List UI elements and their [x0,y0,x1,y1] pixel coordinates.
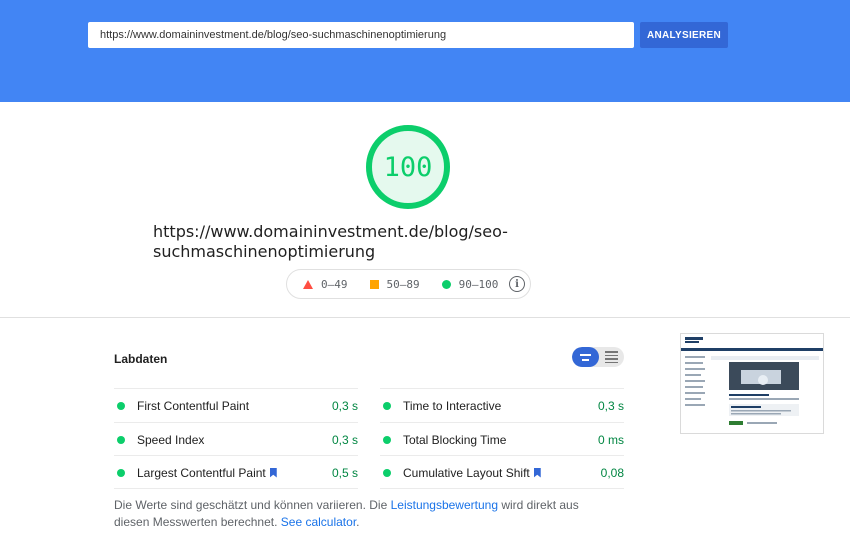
bookmark-icon [533,467,541,478]
pass-dot-icon [117,468,125,477]
view-toggle[interactable] [572,347,624,367]
metric-value: 0,3 s [331,398,358,413]
performance-score-link[interactable]: Leistungsbewertung [391,498,498,512]
metric-label: First Contentful Paint [137,398,250,413]
metric-label: Cumulative Layout Shift [403,466,601,480]
metric-value: 0 ms [597,432,624,447]
metric-first-contentful-paint: First Contentful Paint 0,3 s [114,388,358,422]
note-text: . [356,515,360,529]
detailed-view-toggle[interactable] [599,347,624,367]
metric-label: Largest Contentful Paint [137,466,332,480]
metrics-bottom-divider [114,488,358,489]
metric-value: 0,3 s [597,398,624,413]
metric-label: Time to Interactive [403,398,502,413]
metric-value: 0,5 s [331,465,358,480]
legend-pass: 90–100 [441,277,499,291]
pass-dot-icon [383,468,391,477]
page-screenshot-thumbnail [680,333,824,434]
legend-average: 50–89 [369,277,420,291]
legend-fail-label: 0–49 [321,277,348,291]
legend-average-label: 50–89 [386,277,420,291]
estimate-note: Die Werte sind geschätzt und können vari… [114,497,614,531]
metric-label-text: Largest Contentful Paint [137,465,266,480]
analyzed-page-url: https://www.domaininvestment.de/blog/seo… [153,222,508,261]
metric-speed-index: Speed Index 0,3 s [114,422,358,456]
analyze-button[interactable]: ANALYSIEREN [640,22,728,48]
score-legend: 0–49 50–89 90–100 i [286,269,531,299]
metric-value: 0,08 [600,465,624,480]
thumbnail-image [681,334,823,425]
circle-icon [441,279,451,289]
section-divider [0,317,850,318]
note-text: Die Werte sind geschätzt und können vari… [114,498,391,512]
metric-cumulative-layout-shift: Cumulative Layout Shift 0,08 [380,455,624,489]
legend-pass-label: 90–100 [458,277,499,291]
pass-dot-icon [383,435,391,444]
metric-label-text: Cumulative Layout Shift [403,465,530,480]
triangle-icon [303,279,313,289]
pass-dot-icon [117,401,125,410]
see-calculator-link[interactable]: See calculator [281,515,356,529]
metrics-bottom-divider [380,488,624,489]
info-icon[interactable]: i [509,276,525,292]
url-input[interactable] [88,22,634,48]
bookmark-icon [269,467,277,478]
compact-view-toggle[interactable] [572,347,599,367]
metric-label: Total Blocking Time [403,432,507,447]
metric-total-blocking-time: Total Blocking Time 0 ms [380,422,624,456]
top-header-bar: ANALYSIEREN [0,0,850,102]
metric-value: 0,3 s [331,432,358,447]
score-value: 100 [383,151,433,183]
metric-largest-contentful-paint: Largest Contentful Paint 0,5 s [114,455,358,489]
square-icon [369,279,379,289]
legend-fail: 0–49 [303,278,348,291]
pass-dot-icon [383,401,391,410]
pass-dot-icon [117,435,125,444]
lab-data-title: Labdaten [114,352,168,366]
metric-label: Speed Index [137,432,205,447]
metric-time-to-interactive: Time to Interactive 0,3 s [380,388,624,422]
